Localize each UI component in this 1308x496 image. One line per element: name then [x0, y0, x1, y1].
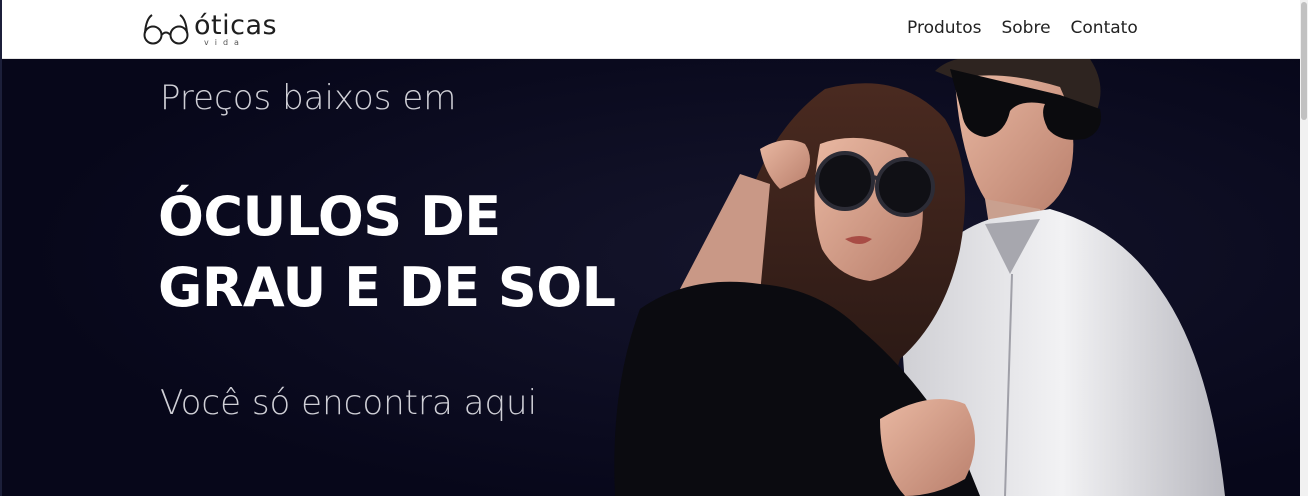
nav-link-contato[interactable]: Contato — [1071, 17, 1138, 39]
nav-link-produtos[interactable]: Produtos — [907, 17, 981, 39]
hero-title: ÓCULOS DE GRAU E DE SOL — [158, 181, 628, 323]
nav-link-sobre[interactable]: Sobre — [1001, 17, 1050, 39]
scrollbar-thumb[interactable] — [1301, 2, 1307, 120]
hero-banner: Preços baixos em ÓCULOS DE GRAU E DE SOL… — [0, 59, 1300, 496]
page: óticas vida Produtos Sobre Contato Preço… — [0, 0, 1308, 496]
eyeglasses-icon — [143, 14, 189, 45]
hero-subtitle: Você só encontra aqui — [160, 383, 538, 423]
brand-logo[interactable]: óticas vida — [142, 9, 302, 51]
window-border — [0, 0, 2, 496]
main-nav: Produtos Sobre Contato — [907, 17, 1138, 39]
brand-tagline: vida — [204, 38, 245, 47]
hero-title-line-1: ÓCULOS DE — [158, 185, 501, 248]
hero-title-line-2: GRAU E DE SOL — [158, 256, 616, 319]
page-scrollbar[interactable] — [1300, 0, 1308, 496]
hero-pretitle: Preços baixos em — [160, 78, 457, 118]
site-header: óticas vida Produtos Sobre Contato — [0, 0, 1300, 59]
